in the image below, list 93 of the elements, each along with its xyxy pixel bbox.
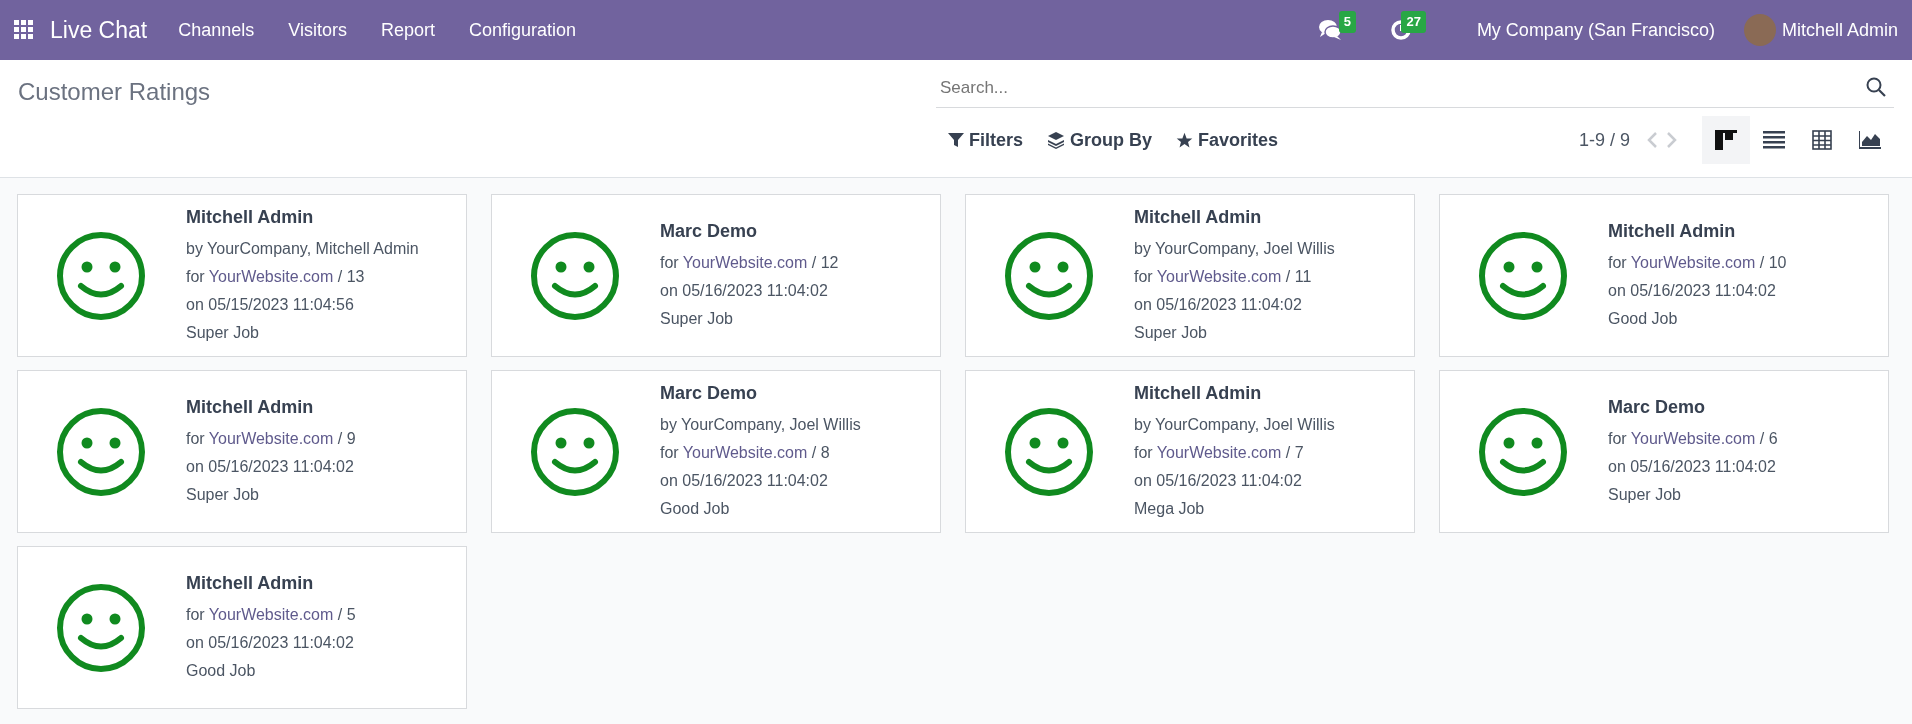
pager-text: 1-9 / 9: [1578, 128, 1630, 152]
rating-text: Super Job: [660, 309, 734, 329]
channel-line: for YourWebsite.com / 8: [660, 443, 831, 463]
customer-name: Marc Demo: [660, 382, 759, 405]
date-line: on 05/16/2023 11:04:02: [1134, 295, 1303, 315]
filters-button[interactable]: Filters: [936, 126, 1036, 154]
channel-link[interactable]: YourWebsite.com: [1630, 430, 1756, 447]
operator-line: by YourCompany, Mitchell Admin: [186, 239, 419, 259]
smiley-icon: [1004, 406, 1094, 497]
channel-link[interactable]: YourWebsite.com: [682, 254, 808, 271]
channel-link[interactable]: YourWebsite.com: [1630, 254, 1756, 271]
menu-item[interactable]: Channels: [161, 16, 272, 44]
smiley-icon: [56, 582, 146, 673]
rating-text: Good Job: [1608, 309, 1679, 329]
smiley-icon: [1004, 230, 1094, 321]
count-badge: 5: [1338, 11, 1356, 33]
channel-link[interactable]: YourWebsite.com: [1156, 268, 1282, 285]
group-by-button[interactable]: Group By: [1035, 126, 1165, 154]
menu-item[interactable]: Visitors: [271, 16, 364, 44]
kanban-view-button[interactable]: [1702, 116, 1750, 164]
app-menu-icon[interactable]: [14, 20, 34, 40]
rating-text: Super Job: [1608, 485, 1682, 505]
list-icon: [1763, 131, 1785, 149]
customer-name: Marc Demo: [1608, 396, 1707, 419]
area-chart-icon: [1859, 131, 1881, 149]
customer-name: Marc Demo: [660, 220, 759, 243]
rating-text: Super Job: [186, 323, 260, 343]
date-line: on 05/16/2023 11:04:02: [186, 633, 355, 653]
channel-link[interactable]: YourWebsite.com: [208, 430, 334, 447]
channel-link[interactable]: YourWebsite.com: [208, 268, 334, 285]
smiley-icon: [530, 406, 620, 497]
channel-line: for YourWebsite.com / 7: [1134, 443, 1305, 463]
rating-card[interactable]: Marc Demo by YourCompany, Joel Willis for YourWebsite.com / 8 on 05/16/2023 11:04:02 Good Job: [491, 370, 941, 533]
date-line: on 05/16/2023 11:04:02: [1608, 281, 1777, 301]
date-line: on 05/16/2023 11:04:02: [660, 471, 829, 491]
favorites-button[interactable]: Favorites: [1164, 126, 1291, 154]
rating-card[interactable]: Mitchell Admin by YourCompany, Mitchell Admin for YourWebsite.com / 13 on 05/15/2023 11:04:56 Super Job: [17, 194, 467, 357]
rating-card[interactable]: Mitchell Admin for YourWebsite.com / 5 on 05/16/2023 11:04:02 Good Job: [17, 546, 467, 709]
smiley-icon: [1478, 230, 1568, 321]
channel-line: for YourWebsite.com / 9: [186, 429, 356, 449]
rating-text: Good Job: [186, 661, 257, 681]
date-line: on 05/16/2023 11:04:02: [1134, 471, 1303, 491]
channel-line: for YourWebsite.com / 6: [1608, 429, 1778, 449]
channel-link[interactable]: YourWebsite.com: [208, 606, 334, 623]
channel-line: for YourWebsite.com / 13: [186, 267, 366, 287]
customer-name: Mitchell Admin: [1608, 220, 1737, 243]
rating-card[interactable]: Marc Demo for YourWebsite.com / 6 on 05/16/2023 11:04:02 Super Job: [1439, 370, 1889, 533]
count-badge: 27: [1401, 11, 1426, 33]
kanban-icon: [1715, 130, 1737, 150]
date-line: on 05/16/2023 11:04:02: [186, 457, 355, 477]
search-field[interactable]: Search...: [936, 68, 1894, 108]
table-grid-icon: [1812, 130, 1832, 150]
customer-name: Mitchell Admin: [1134, 382, 1263, 405]
channel-line: for YourWebsite.com / 12: [660, 253, 839, 273]
page-title: Customer Ratings: [18, 77, 212, 107]
company-switcher[interactable]: My Company (San Francisco): [1459, 16, 1732, 44]
chat-icon[interactable]: [1317, 19, 1342, 41]
menu-item[interactable]: Configuration: [451, 16, 594, 44]
channel-line: for YourWebsite.com / 11: [1134, 267, 1313, 287]
customer-name: Mitchell Admin: [186, 396, 315, 419]
channel-line: for YourWebsite.com / 10: [1608, 253, 1787, 273]
smiley-icon: [1478, 406, 1568, 497]
rating-card[interactable]: Mitchell Admin by YourCompany, Joel Willis for YourWebsite.com / 7 on 05/16/2023 11:04:02 Mega Job: [965, 370, 1415, 533]
menu-item[interactable]: Report: [363, 16, 452, 44]
rating-card[interactable]: Mitchell Admin by YourCompany, Joel Willis for YourWebsite.com / 11 on 05/16/2023 11:04:02 Super Job: [965, 194, 1415, 357]
rating-card[interactable]: Mitchell Admin for YourWebsite.com / 10 on 05/16/2023 11:04:02 Good Job: [1439, 194, 1889, 357]
rating-text: Good Job: [660, 499, 731, 519]
smiley-icon: [530, 230, 620, 321]
operator-line: by YourCompany, Joel Willis: [1134, 415, 1335, 435]
smiley-icon: [56, 406, 146, 497]
operator-line: by YourCompany, Joel Willis: [1134, 239, 1335, 259]
user-menu[interactable]: Mitchell Admin: [1781, 16, 1898, 44]
customer-name: Mitchell Admin: [1134, 206, 1263, 229]
star-icon: [1176, 131, 1194, 149]
date-line: on 05/16/2023 11:04:02: [1608, 457, 1777, 477]
search-icon[interactable]: [1866, 77, 1886, 97]
customer-name: Mitchell Admin: [186, 206, 315, 229]
layers-icon: [1047, 131, 1066, 149]
customer-name: Mitchell Admin: [186, 572, 315, 595]
date-line: on 05/15/2023 11:04:56: [186, 295, 355, 315]
operator-line: by YourCompany, Joel Willis: [660, 415, 861, 435]
rating-text: Mega Job: [1134, 499, 1206, 519]
app-name[interactable]: Live Chat: [34, 12, 162, 48]
smiley-icon: [56, 230, 146, 321]
rating-text: Super Job: [186, 485, 260, 505]
filter-icon: [948, 132, 964, 148]
rating-card[interactable]: Marc Demo for YourWebsite.com / 12 on 05/16/2023 11:04:02 Super Job: [491, 194, 941, 357]
rating-text: Super Job: [1134, 323, 1208, 343]
date-line: on 05/16/2023 11:04:02: [660, 281, 829, 301]
channel-line: for YourWebsite.com / 5: [186, 605, 356, 625]
channel-link[interactable]: YourWebsite.com: [682, 444, 808, 461]
channel-link[interactable]: YourWebsite.com: [1156, 444, 1282, 461]
rating-card[interactable]: Mitchell Admin for YourWebsite.com / 9 on 05/16/2023 11:04:02 Super Job: [17, 370, 467, 533]
